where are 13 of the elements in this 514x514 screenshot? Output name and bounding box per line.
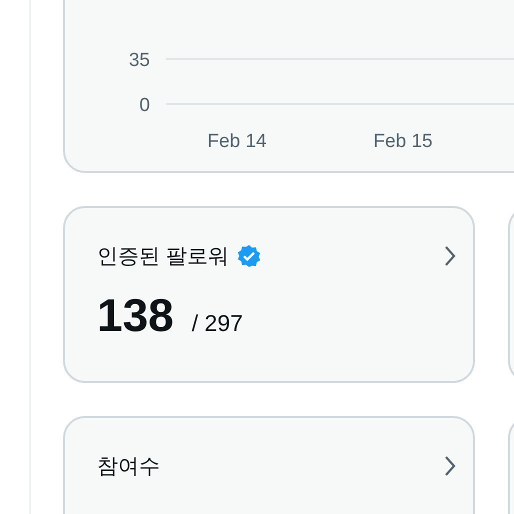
x-tick-label: Feb 15 [373, 131, 433, 152]
y-tick-label: 35 [128, 50, 150, 71]
stat-card[interactable]: 인증된 팔로워 138 / 297 [63, 206, 475, 383]
card-title: 참여수 [97, 454, 160, 480]
stat-value: 138 [97, 288, 174, 342]
card-title: 인증된 팔로워 [97, 244, 229, 270]
y-tick-label: 0 [139, 95, 150, 116]
chevron-right-icon[interactable] [443, 245, 457, 267]
x-tick-label: Feb 14 [207, 131, 267, 152]
chevron-right-icon[interactable] [443, 455, 457, 477]
stat-total: / 297 [192, 310, 243, 337]
stat-card[interactable]: 참여수 [63, 416, 475, 514]
verified-badge-icon [236, 244, 261, 268]
